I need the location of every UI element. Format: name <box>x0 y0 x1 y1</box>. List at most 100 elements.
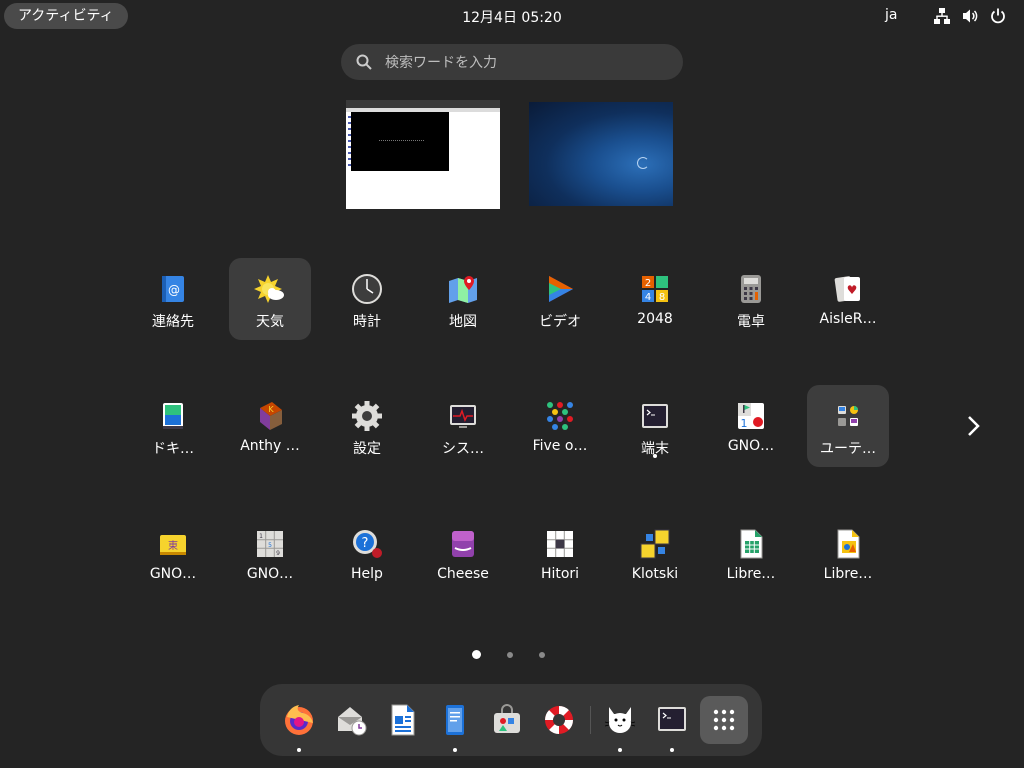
app-label: AisleR… <box>819 311 877 327</box>
dock-software[interactable] <box>483 696 531 744</box>
next-page-button[interactable] <box>962 410 984 442</box>
running-indicator <box>670 748 674 752</box>
draw-icon <box>832 528 864 560</box>
svg-text:1: 1 <box>741 417 748 430</box>
app-label: Five o… <box>532 438 588 454</box>
search-input[interactable] <box>383 50 667 76</box>
app-libreoffice-calc[interactable]: Libre… <box>710 513 792 595</box>
input-method-indicator[interactable]: ja <box>885 7 897 23</box>
running-indicator <box>653 454 657 458</box>
firefox-icon <box>285 705 313 735</box>
svg-text:5: 5 <box>268 542 272 549</box>
utilities-folder-icon <box>832 400 864 432</box>
app-gnome-mines[interactable]: 1 GNO… <box>710 385 792 467</box>
app-grid-icon <box>713 709 735 731</box>
app-label: ユーテ… <box>820 441 876 457</box>
contacts-icon: @ <box>157 273 189 305</box>
power-icon[interactable] <box>988 6 1008 26</box>
help-icon: ? <box>351 528 383 560</box>
app-videos[interactable]: ビデオ <box>519 258 601 340</box>
running-indicator <box>618 748 622 752</box>
volume-icon[interactable] <box>960 6 980 26</box>
app-weather[interactable]: 天気 <box>229 258 311 340</box>
app-system-monitor[interactable]: シス… <box>422 385 504 467</box>
page-dot-2[interactable] <box>507 651 513 658</box>
page-dot-3[interactable] <box>539 651 545 658</box>
weather-icon <box>254 273 286 305</box>
top-bar: アクティビティ 12月4日 05:20 ja <box>0 0 1024 32</box>
dock-separator <box>590 706 591 734</box>
app-2048[interactable]: 2 48 2048 <box>614 258 696 340</box>
dock-firefox[interactable] <box>275 696 323 752</box>
app-label: GNO… <box>246 566 294 582</box>
app-aisleriot[interactable]: ♥ AisleR… <box>807 258 889 340</box>
app-clocks[interactable]: 時計 <box>326 258 408 340</box>
svg-text:K: K <box>268 405 274 414</box>
tux-paint-cat-icon <box>604 707 636 733</box>
app-document-scanner[interactable]: ドキ… <box>132 385 214 467</box>
app-label: Anthy … <box>240 438 300 454</box>
calc-spreadsheet-icon <box>735 528 767 560</box>
software-bag-icon <box>494 704 520 733</box>
app-label: Klotski <box>631 566 679 582</box>
system-tray[interactable] <box>932 6 1008 26</box>
dash-dock <box>260 684 762 756</box>
app-label: 連絡先 <box>152 314 194 330</box>
cards-icon: ♥ <box>832 273 864 305</box>
workspace-thumbnail-1[interactable] <box>346 100 500 209</box>
hitori-icon <box>544 528 576 560</box>
svg-text:東: 東 <box>168 539 178 552</box>
chevron-right-icon <box>968 416 980 436</box>
app-hitori[interactable]: Hitori <box>519 513 601 595</box>
gear-icon <box>351 400 383 432</box>
page-dot-1[interactable] <box>472 650 481 659</box>
app-maps[interactable]: 地図 <box>422 258 504 340</box>
app-label: 設定 <box>353 441 381 457</box>
anthy-dictionary-icon: K <box>254 400 286 432</box>
app-help[interactable]: ? Help <box>326 513 408 595</box>
writer-document-icon <box>391 704 415 736</box>
app-libreoffice-draw[interactable]: Libre… <box>807 513 889 595</box>
activities-button[interactable]: アクティビティ <box>4 3 128 29</box>
app-five-or-more[interactable]: Five o… <box>519 385 601 467</box>
app-label: 天気 <box>256 314 284 330</box>
mail-clock-icon <box>338 707 367 736</box>
dock-terminal[interactable] <box>648 696 696 752</box>
network-icon[interactable] <box>932 6 952 26</box>
dock-writer[interactable] <box>379 696 427 744</box>
app-label: 時計 <box>353 314 381 330</box>
app-terminal[interactable]: 端末 <box>614 385 696 467</box>
app-klotski[interactable]: Klotski <box>614 513 696 595</box>
dock-evolution[interactable] <box>327 696 375 744</box>
app-label: Libre… <box>823 566 873 582</box>
dock-tux-paint[interactable] <box>596 696 644 752</box>
app-label: Libre… <box>726 566 776 582</box>
app-folder-utilities[interactable]: ユーテ… <box>807 385 889 467</box>
dock-text-editor[interactable] <box>431 696 479 752</box>
app-anthy[interactable]: K Anthy … <box>229 385 311 467</box>
dock-help[interactable] <box>535 696 583 744</box>
terminal-icon <box>639 400 671 432</box>
clock[interactable]: 12月4日 05:20 <box>462 10 562 26</box>
app-cheese[interactable]: Cheese <box>422 513 504 595</box>
clock-container: 12月4日 05:20 <box>0 7 1024 27</box>
calculator-icon <box>735 273 767 305</box>
show-apps-button[interactable] <box>700 696 748 744</box>
app-label: ドキ… <box>152 441 194 457</box>
terminal-window-preview[interactable] <box>351 112 449 171</box>
svg-text:♥: ♥ <box>847 283 858 297</box>
svg-text:4: 4 <box>645 292 651 303</box>
terminal-icon <box>658 707 686 731</box>
workspace-thumbnail-2[interactable] <box>529 102 673 206</box>
app-label: 地図 <box>449 314 477 330</box>
app-label: 電卓 <box>737 314 765 330</box>
app-settings[interactable]: 設定 <box>326 385 408 467</box>
app-label: Hitori <box>540 566 580 582</box>
app-gnome-sudoku[interactable]: 159 GNO… <box>229 513 311 595</box>
sudoku-icon: 159 <box>254 528 286 560</box>
app-calculator[interactable]: 電卓 <box>710 258 792 340</box>
app-contacts[interactable]: @ 連絡先 <box>132 258 214 340</box>
search-box[interactable] <box>341 44 683 80</box>
app-gnome-mahjongg[interactable]: 東 GNO… <box>132 513 214 595</box>
window-titlebar <box>346 100 500 108</box>
